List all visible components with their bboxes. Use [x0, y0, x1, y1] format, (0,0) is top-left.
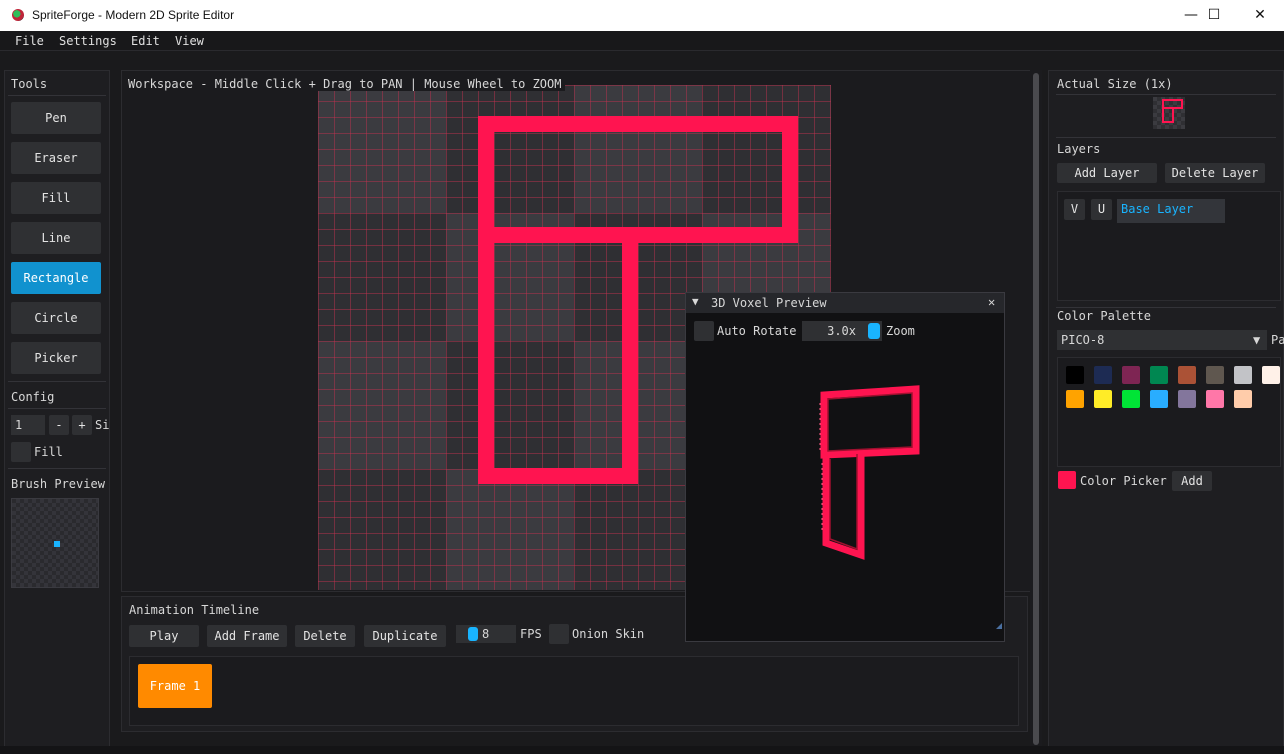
- palette-swatch[interactable]: [1150, 390, 1168, 408]
- app-icon: [12, 9, 24, 21]
- collapse-icon[interactable]: ▼: [692, 295, 699, 308]
- menu-edit[interactable]: Edit: [131, 34, 160, 48]
- window-title: SpriteForge - Modern 2D Sprite Editor: [32, 8, 235, 22]
- delete-layer-button[interactable]: Delete Layer: [1165, 163, 1265, 183]
- fill-label: Fill: [34, 445, 63, 459]
- menu-file[interactable]: File: [15, 34, 44, 48]
- fps-value: 8: [482, 627, 490, 641]
- palette-swatch[interactable]: [1206, 390, 1224, 408]
- palette-swatch[interactable]: [1234, 366, 1252, 384]
- actual-size-title: Actual Size (1x): [1057, 77, 1173, 91]
- tools-title: Tools: [11, 77, 48, 91]
- divider: [1056, 94, 1276, 95]
- tool-fill-button[interactable]: Fill: [11, 182, 101, 214]
- palette-swatch[interactable]: [1262, 366, 1280, 384]
- sprite-thumbnail: [1162, 99, 1183, 123]
- palette-swatch[interactable]: [1178, 390, 1196, 408]
- fps-slider[interactable]: 8: [456, 625, 516, 643]
- color-picker-swatch[interactable]: [1058, 471, 1076, 489]
- actual-size-preview: [1153, 97, 1185, 129]
- brush-dot: [54, 541, 60, 547]
- pixel-stroke: [478, 227, 798, 243]
- divider: [8, 468, 106, 469]
- tool-eraser-button[interactable]: Eraser: [11, 142, 101, 174]
- divider: [1056, 307, 1276, 308]
- frame-1-button[interactable]: Frame 1: [138, 664, 212, 708]
- fps-label: FPS: [520, 627, 542, 641]
- size-increment-button[interactable]: +: [72, 415, 92, 435]
- divider: [1056, 137, 1276, 138]
- divider: [8, 381, 106, 382]
- layer-unlock-button[interactable]: U: [1091, 199, 1112, 220]
- brush-preview-canvas: [11, 498, 99, 588]
- palette-swatch[interactable]: [1178, 366, 1196, 384]
- voxel-render: [819, 385, 1002, 629]
- tool-rectangle-button[interactable]: Rectangle: [11, 262, 101, 294]
- delete-frame-button[interactable]: Delete: [295, 625, 355, 647]
- maximize-button[interactable]: ☐: [1191, 0, 1237, 31]
- brush-preview-title: Brush Preview: [11, 477, 105, 491]
- palette-label: Pa: [1271, 333, 1284, 347]
- scrollbar-thumb[interactable]: [1033, 73, 1039, 745]
- palette-dropdown[interactable]: PICO-8 ▼: [1057, 330, 1267, 350]
- menu-bar: File Settings Edit View: [0, 31, 1284, 51]
- size-decrement-button[interactable]: -: [49, 415, 69, 435]
- palette-name: PICO-8: [1061, 333, 1105, 347]
- timeline-title: Animation Timeline: [129, 603, 260, 617]
- color-palette-title: Color Palette: [1057, 309, 1151, 323]
- onion-skin-checkbox[interactable]: [549, 624, 569, 644]
- palette-swatch[interactable]: [1234, 390, 1252, 408]
- palette-swatch[interactable]: [1122, 390, 1140, 408]
- layers-title: Layers: [1057, 142, 1101, 156]
- palette-swatch[interactable]: [1094, 390, 1112, 408]
- tool-line-button[interactable]: Line: [11, 222, 101, 254]
- chevron-down-icon: ▼: [1253, 333, 1261, 347]
- color-picker-label: Color Picker: [1080, 474, 1167, 488]
- duplicate-frame-button[interactable]: Duplicate: [364, 625, 446, 647]
- add-frame-button[interactable]: Add Frame: [207, 625, 287, 647]
- onion-skin-label: Onion Skin: [572, 627, 645, 641]
- voxel-preview-window: ▼ 3D Voxel Preview ✕ Auto Rotate 3.0x Zo…: [685, 292, 1005, 642]
- menu-view[interactable]: View: [175, 34, 204, 48]
- palette-swatch[interactable]: [1066, 390, 1084, 408]
- menu-settings[interactable]: Settings: [59, 34, 117, 48]
- add-color-button[interactable]: Add: [1172, 471, 1212, 491]
- workspace-title: Workspace - Middle Click + Drag to PAN |…: [128, 77, 566, 91]
- layer-visibility-button[interactable]: V: [1064, 199, 1085, 220]
- voxel-close-icon[interactable]: ✕: [988, 295, 995, 309]
- palette-swatch[interactable]: [1122, 366, 1140, 384]
- tool-picker-button[interactable]: Picker: [11, 342, 101, 374]
- pixel-stroke: [478, 116, 494, 484]
- voxel-preview-title: 3D Voxel Preview: [711, 296, 827, 310]
- taskbar-strip: [0, 746, 1284, 754]
- tool-circle-button[interactable]: Circle: [11, 302, 101, 334]
- pixel-stroke: [478, 468, 638, 484]
- workspace-scrollbar[interactable]: [1030, 70, 1042, 750]
- fill-checkbox[interactable]: [11, 442, 31, 462]
- palette-swatch[interactable]: [1206, 366, 1224, 384]
- fps-slider-handle[interactable]: [468, 627, 478, 641]
- size-label: Si: [95, 418, 110, 432]
- window-title-bar: SpriteForge - Modern 2D Sprite Editor — …: [0, 0, 1284, 31]
- config-title: Config: [11, 390, 55, 404]
- frames-strip: [129, 656, 1019, 726]
- palette-swatch[interactable]: [1094, 366, 1112, 384]
- pixel-stroke: [478, 116, 798, 132]
- tool-pen-button[interactable]: Pen: [11, 102, 101, 134]
- divider: [8, 408, 106, 409]
- pixel-stroke: [782, 116, 798, 243]
- palette-swatch[interactable]: [1150, 366, 1168, 384]
- pixel-stroke: [622, 240, 638, 484]
- voxel-preview-header[interactable]: ▼ 3D Voxel Preview ✕: [686, 293, 1004, 313]
- brush-size-input[interactable]: 1: [11, 415, 45, 435]
- layer-item-base[interactable]: Base Layer: [1117, 199, 1225, 223]
- divider: [8, 95, 106, 96]
- add-layer-button[interactable]: Add Layer: [1057, 163, 1157, 183]
- palette-swatch[interactable]: [1066, 366, 1084, 384]
- close-window-button[interactable]: ✕: [1237, 0, 1283, 31]
- play-button[interactable]: Play: [129, 625, 199, 647]
